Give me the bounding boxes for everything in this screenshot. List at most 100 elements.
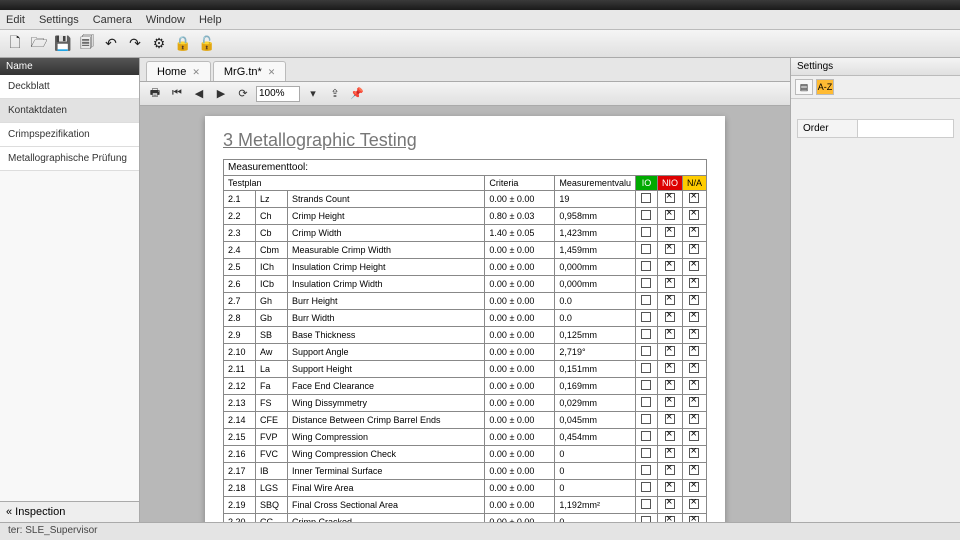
checkbox-io[interactable] — [641, 431, 651, 441]
checkbox-na[interactable] — [689, 210, 699, 220]
checkbox-nio[interactable] — [665, 448, 675, 458]
nav-item-kontaktdaten[interactable]: Kontaktdaten — [0, 99, 139, 123]
print-icon[interactable]: 🖶 — [146, 85, 164, 103]
checkbox-na[interactable] — [689, 227, 699, 237]
checkbox-io[interactable] — [641, 210, 651, 220]
zoom-dropdown-icon[interactable]: ▾ — [304, 85, 322, 103]
table-row: 2.1LzStrands Count0.00 ± 0.0019 — [224, 191, 707, 208]
menu-settings[interactable]: Settings — [39, 14, 79, 26]
checkbox-nio[interactable] — [665, 278, 675, 288]
checkbox-io[interactable] — [641, 312, 651, 322]
tab-home[interactable]: Home✕ — [146, 61, 211, 81]
checkbox-nio[interactable] — [665, 295, 675, 305]
lock-icon[interactable]: 🔒 — [172, 33, 194, 55]
checkbox-nio[interactable] — [665, 431, 675, 441]
checkbox-na[interactable] — [689, 397, 699, 407]
checkbox-io[interactable] — [641, 363, 651, 373]
zoom-input[interactable] — [256, 86, 300, 102]
checkbox-io[interactable] — [641, 499, 651, 509]
checkbox-na[interactable] — [689, 193, 699, 203]
checkbox-io[interactable] — [641, 278, 651, 288]
new-icon[interactable]: 🗋 — [4, 33, 26, 55]
checkbox-na[interactable] — [689, 261, 699, 271]
next-page-icon[interactable]: ▶ — [212, 85, 230, 103]
close-icon[interactable]: ✕ — [192, 67, 200, 78]
checkbox-na[interactable] — [689, 448, 699, 458]
checkbox-nio[interactable] — [665, 329, 675, 339]
nav-item-metallo[interactable]: Metallographische Prüfung — [0, 147, 139, 171]
checkbox-io[interactable] — [641, 295, 651, 305]
checkbox-nio[interactable] — [665, 244, 675, 254]
table-row: 2.7GhBurr Height0.00 ± 0.000.0 — [224, 293, 707, 310]
checkbox-nio[interactable] — [665, 346, 675, 356]
table-row: 2.2ChCrimp Height0.80 ± 0.030,958mm — [224, 208, 707, 225]
table-row: 2.12FaFace End Clearance0.00 ± 0.000,169… — [224, 378, 707, 395]
menu-camera[interactable]: Camera — [93, 14, 132, 26]
checkbox-io[interactable] — [641, 227, 651, 237]
pin-icon[interactable]: 📌 — [348, 85, 366, 103]
checkbox-nio[interactable] — [665, 465, 675, 475]
checkbox-io[interactable] — [641, 380, 651, 390]
checkbox-io[interactable] — [641, 397, 651, 407]
tab-doc[interactable]: MrG.tn*✕ — [213, 61, 286, 81]
checkbox-io[interactable] — [641, 193, 651, 203]
checkbox-io[interactable] — [641, 465, 651, 475]
first-page-icon[interactable]: ⏮ — [168, 85, 186, 103]
checkbox-na[interactable] — [689, 329, 699, 339]
checkbox-nio[interactable] — [665, 499, 675, 509]
gear-icon[interactable]: ⚙ — [148, 33, 170, 55]
checkbox-na[interactable] — [689, 346, 699, 356]
checkbox-nio[interactable] — [665, 261, 675, 271]
checkbox-na[interactable] — [689, 244, 699, 254]
export-icon[interactable]: ⇪ — [326, 85, 344, 103]
checkbox-na[interactable] — [689, 312, 699, 322]
saveall-icon[interactable]: 🗐 — [76, 33, 98, 55]
checkbox-io[interactable] — [641, 448, 651, 458]
menu-help[interactable]: Help — [199, 14, 222, 26]
nav-item-crimpspez[interactable]: Crimpspezifikation — [0, 123, 139, 147]
checkbox-na[interactable] — [689, 363, 699, 373]
table-row: 2.20CGCrimp Cracked0.00 ± 0.000 — [224, 514, 707, 523]
unlock-icon[interactable]: 🔓 — [196, 33, 218, 55]
checkbox-io[interactable] — [641, 244, 651, 254]
undo-icon[interactable]: ↶ — [100, 33, 122, 55]
redo-icon[interactable]: ↷ — [124, 33, 146, 55]
save-icon[interactable]: 💾 — [52, 33, 74, 55]
refresh-icon[interactable]: ⟳ — [234, 85, 252, 103]
menu-window[interactable]: Window — [146, 14, 185, 26]
open-icon[interactable]: 🗁 — [28, 33, 50, 55]
checkbox-io[interactable] — [641, 414, 651, 424]
th-nio: NIO — [657, 176, 682, 191]
checkbox-nio[interactable] — [665, 482, 675, 492]
checkbox-na[interactable] — [689, 414, 699, 424]
sort-cat-icon[interactable]: ▤ — [795, 79, 813, 95]
checkbox-io[interactable] — [641, 261, 651, 271]
checkbox-nio[interactable] — [665, 363, 675, 373]
checkbox-nio[interactable] — [665, 210, 675, 220]
checkbox-na[interactable] — [689, 278, 699, 288]
sort-az-icon[interactable]: A-Z — [816, 79, 834, 95]
checkbox-nio[interactable] — [665, 380, 675, 390]
checkbox-na[interactable] — [689, 295, 699, 305]
checkbox-nio[interactable] — [665, 193, 675, 203]
prev-page-icon[interactable]: ◀ — [190, 85, 208, 103]
checkbox-io[interactable] — [641, 329, 651, 339]
nav-item-deckblatt[interactable]: Deckblatt — [0, 75, 139, 99]
tab-row: Home✕ MrG.tn*✕ — [140, 58, 790, 82]
checkbox-io[interactable] — [641, 482, 651, 492]
checkbox-na[interactable] — [689, 431, 699, 441]
doc-viewport[interactable]: 3 Metallographic Testing Measurementtool… — [140, 106, 790, 522]
checkbox-na[interactable] — [689, 465, 699, 475]
close-icon[interactable]: ✕ — [268, 67, 276, 78]
checkbox-nio[interactable] — [665, 397, 675, 407]
menu-edit[interactable]: Edit — [6, 14, 25, 26]
checkbox-nio[interactable] — [665, 312, 675, 322]
prop-order-value[interactable] — [858, 120, 953, 137]
left-bottom-inspection[interactable]: « Inspection — [0, 501, 139, 522]
checkbox-nio[interactable] — [665, 414, 675, 424]
checkbox-na[interactable] — [689, 499, 699, 509]
checkbox-nio[interactable] — [665, 227, 675, 237]
checkbox-na[interactable] — [689, 380, 699, 390]
checkbox-io[interactable] — [641, 346, 651, 356]
checkbox-na[interactable] — [689, 482, 699, 492]
